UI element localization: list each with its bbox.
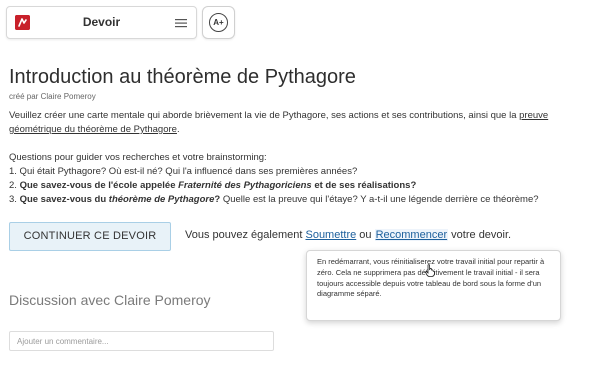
text-size-icon: A+ xyxy=(209,13,228,32)
questions-header: Questions pour guider vos recherches et … xyxy=(9,152,267,163)
submit-link[interactable]: Soumettre xyxy=(305,229,356,241)
assignment-instructions: Veuillez créer une carte mentale qui abo… xyxy=(9,110,549,135)
text-size-button[interactable]: A+ xyxy=(202,6,235,39)
top-bar: Devoir xyxy=(6,6,197,39)
submit-restart-line: Vous pouvez également Soumettre ou Recom… xyxy=(185,229,512,241)
question-2: 2. Que savez-vous de l'école appelée Fra… xyxy=(9,180,417,191)
hamburger-icon[interactable] xyxy=(175,16,187,28)
continue-assignment-button[interactable]: CONTINUER CE DEVOIR xyxy=(9,222,171,251)
question-1: 1. Qui était Pythagore? Où est-il né? Qu… xyxy=(9,166,358,177)
hand-cursor-icon xyxy=(425,264,435,277)
guiding-questions: Questions pour guider vos recherches et … xyxy=(9,151,591,207)
restart-link[interactable]: Recommencer xyxy=(374,229,449,241)
app-title: Devoir xyxy=(82,15,121,29)
restart-tooltip: En redémarrant, vous réinitialiserez vot… xyxy=(306,250,561,321)
instructions-text: Veuillez créer une carte mentale qui abo… xyxy=(9,110,520,121)
question-3: 3. Que savez-vous du théorème de Pythago… xyxy=(9,194,539,205)
logo-icon[interactable] xyxy=(15,15,30,30)
comment-input[interactable] xyxy=(9,331,274,351)
author-label: créé par Claire Pomeroy xyxy=(9,92,96,101)
page-title: Introduction au théorème de Pythagore xyxy=(9,66,356,88)
discussion-title: Discussion avec Claire Pomeroy xyxy=(9,292,211,308)
